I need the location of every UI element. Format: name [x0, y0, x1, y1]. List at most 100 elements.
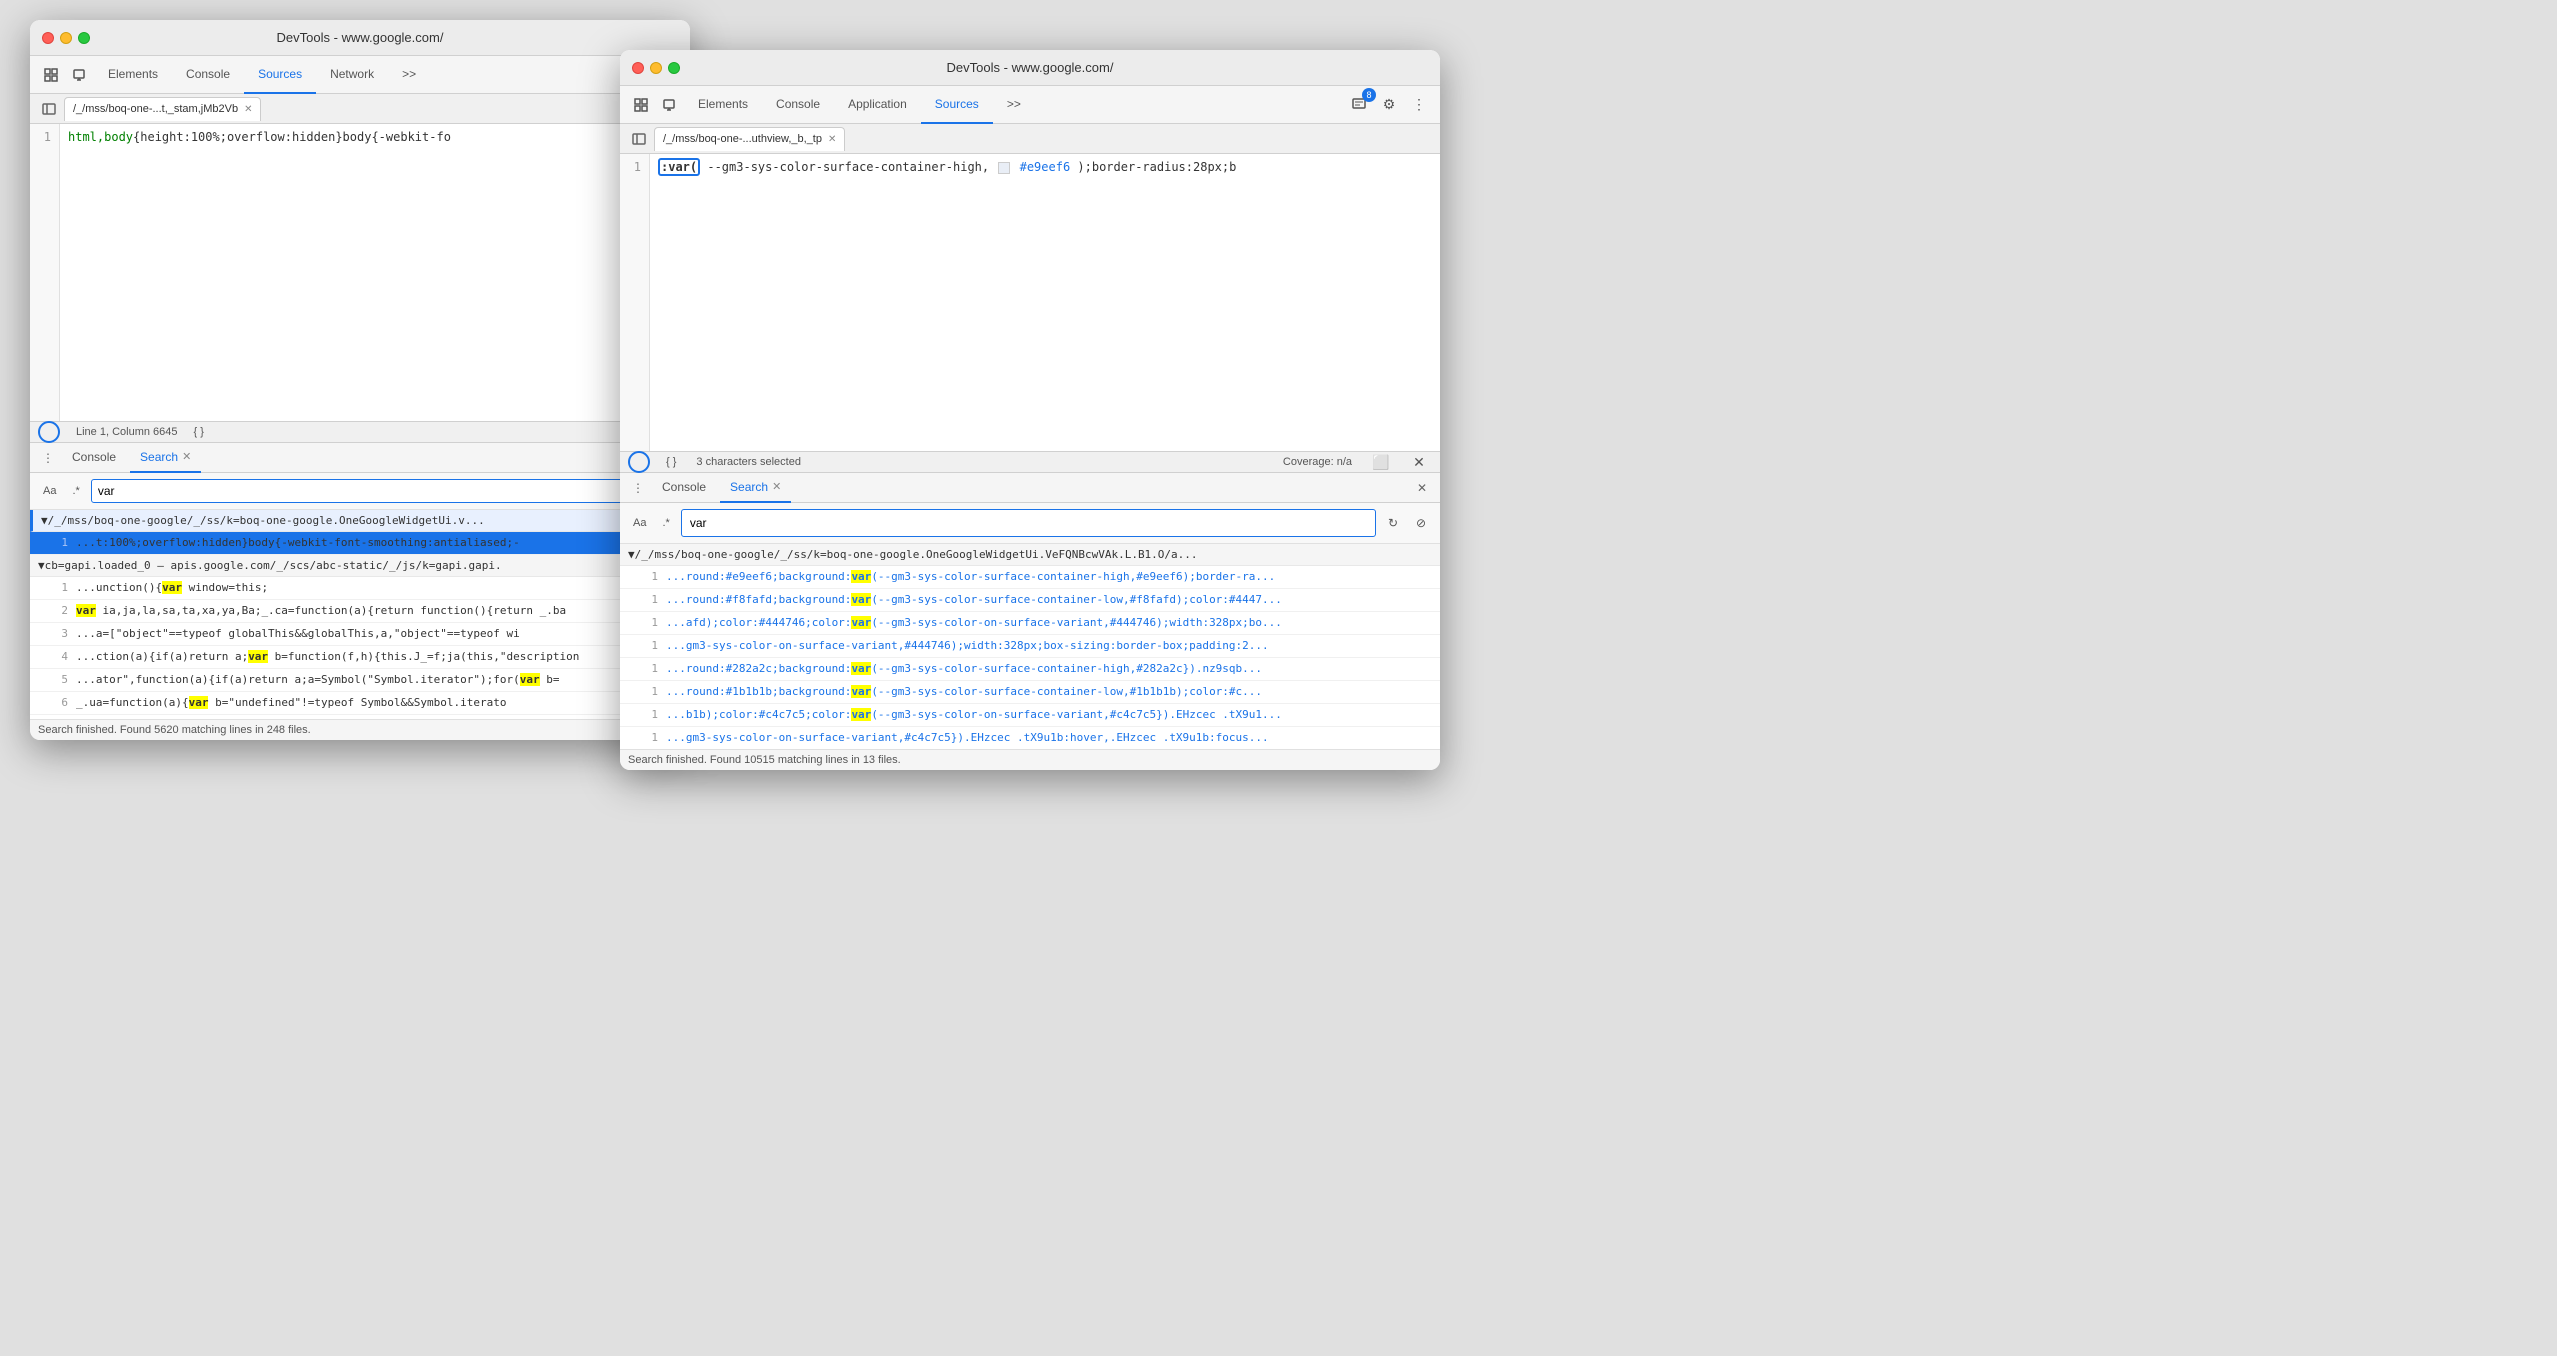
left-result-2-1[interactable]: 1 ...unction(){var window=this;: [30, 577, 690, 600]
tab-more-right[interactable]: >>: [993, 86, 1035, 124]
left-result-2-6[interactable]: 6 _.ua=function(a){var b="undefined"!=ty…: [30, 692, 690, 715]
right-search-aa-toggle[interactable]: Aa: [628, 514, 651, 532]
right-r3-text: ...afd);color:#444746;color:var(--gm3-sy…: [666, 615, 1282, 631]
left-result-2-4[interactable]: 4 ...ction(a){if(a)return a;var b=functi…: [30, 646, 690, 669]
left-result-2-2[interactable]: 2 var ia,ja,la,sa,ta,xa,ya,Ba;_.ca=funct…: [30, 600, 690, 623]
left-r2-2-line: 2: [54, 603, 68, 619]
right-search-results: ▼ /_/mss/boq-one-google/_/ss/k=boq-one-g…: [620, 544, 1440, 749]
left-search-input[interactable]: [91, 479, 626, 503]
right-panel-tab-bar: ⋮ Console Search ✕ ✕: [620, 473, 1440, 503]
left-r2-1-text: ...unction(){var window=this;: [76, 580, 268, 596]
inspect-icon[interactable]: [38, 62, 64, 88]
right-title-bar: DevTools - www.google.com/: [620, 50, 1440, 86]
tab-elements-left[interactable]: Elements: [94, 56, 172, 94]
right-file-tab-close[interactable]: ✕: [828, 134, 836, 145]
left-circle-annotation: [38, 421, 60, 443]
left-toolbar: Elements Console Sources Network >>: [30, 56, 690, 94]
minimize-button-right[interactable]: [650, 62, 662, 74]
close-button-right[interactable]: [632, 62, 644, 74]
tab-sources-left[interactable]: Sources: [244, 56, 316, 94]
right-result-group-1-header[interactable]: ▼ /_/mss/boq-one-google/_/ss/k=boq-one-g…: [620, 544, 1440, 566]
left-search-aa-toggle[interactable]: Aa: [38, 482, 61, 500]
search-tab-close-left[interactable]: ✕: [182, 450, 191, 463]
close-panel-btn[interactable]: ✕: [1412, 478, 1432, 498]
left-line-numbers: 1: [30, 124, 60, 421]
sidebar-toggle-left[interactable]: [38, 98, 60, 120]
device-icon-right[interactable]: [656, 92, 682, 118]
curly-braces-icon-left[interactable]: { }: [194, 426, 204, 438]
comment-icon-right[interactable]: 8: [1346, 92, 1372, 118]
left-code-line-1: html,body{height:100%;overflow:hidden}bo…: [68, 128, 682, 146]
right-file-tab[interactable]: /_/mss/boq-one-...uthview,_b,_tp ✕: [654, 127, 845, 151]
tab-sources-right[interactable]: Sources: [921, 86, 993, 124]
left-search-footer: Search finished. Found 5620 matching lin…: [30, 719, 690, 740]
left-search-footer-text: Search finished. Found 5620 matching lin…: [38, 724, 311, 736]
gear-icon-right[interactable]: ⚙: [1376, 92, 1402, 118]
right-result-8[interactable]: 1 ...gm3-sys-color-on-surface-variant,#c…: [620, 727, 1440, 749]
right-result-2[interactable]: 1 ...round:#f8fafd;background:var(--gm3-…: [620, 589, 1440, 612]
sidebar-toggle-right[interactable]: [628, 128, 650, 150]
left-result-group-2-header[interactable]: ▼ cb=gapi.loaded_0 — apis.google.com/_/s…: [30, 555, 690, 577]
device-icon[interactable]: [66, 62, 92, 88]
tab-console-right[interactable]: Console: [762, 86, 834, 124]
right-search-input[interactable]: [681, 509, 1376, 537]
right-r7-line: 1: [644, 707, 658, 723]
tab-elements-right[interactable]: Elements: [684, 86, 762, 124]
left-code-content[interactable]: html,body{height:100%;overflow:hidden}bo…: [60, 124, 690, 421]
search-tab-close-right[interactable]: ✕: [772, 480, 781, 493]
right-search-clear-btn[interactable]: ⊘: [1410, 512, 1432, 534]
left-result-2-3[interactable]: 3 ...a=["object"==typeof globalThis&&glo…: [30, 623, 690, 646]
right-result-1[interactable]: 1 ...round:#e9eef6;background:var(--gm3-…: [620, 566, 1440, 589]
right-r5-line: 1: [644, 661, 658, 677]
coverage-expand-icon[interactable]: ⬜: [1368, 449, 1394, 475]
traffic-lights-right: [632, 62, 680, 74]
maximize-button-right[interactable]: [668, 62, 680, 74]
right-panel-dots[interactable]: ⋮: [628, 478, 648, 498]
right-file-tab-bar: /_/mss/boq-one-...uthview,_b,_tp ✕: [620, 124, 1440, 154]
more-icon-right[interactable]: ⋮: [1406, 92, 1432, 118]
right-search-regex-toggle[interactable]: .*: [657, 514, 674, 532]
color-swatch: [998, 162, 1010, 174]
left-r2-3-text: ...a=["object"==typeof globalThis&&globa…: [76, 626, 520, 642]
left-r2-4-text: ...ction(a){if(a)return a;var b=function…: [76, 649, 579, 665]
left-devtools-window: DevTools - www.google.com/ Elements Cons…: [30, 20, 690, 740]
curly-braces-icon-right[interactable]: { }: [666, 456, 676, 468]
left-result-1-1[interactable]: 1 ...t:100%;overflow:hidden}body{-webkit…: [30, 532, 690, 555]
tab-console-left[interactable]: Console: [172, 56, 244, 94]
panel-close-icon[interactable]: ✕: [1406, 449, 1432, 475]
inspect-icon-right[interactable]: [628, 92, 654, 118]
tab-console-panel-right[interactable]: Console: [652, 473, 716, 503]
right-result-4[interactable]: 1 ...gm3-sys-color-on-surface-variant,#4…: [620, 635, 1440, 658]
left-result-2-5[interactable]: 5 ...ator",function(a){if(a)return a;a=S…: [30, 669, 690, 692]
left-search-bar: Aa .* ↻ ⊘: [30, 473, 690, 510]
tab-application-right[interactable]: Application: [834, 86, 921, 124]
right-r6-line: 1: [644, 684, 658, 700]
tab-network-left[interactable]: Network: [316, 56, 388, 94]
tab-console-panel-left[interactable]: Console: [62, 443, 126, 473]
left-search-regex-toggle[interactable]: .*: [67, 482, 84, 500]
left-result-group-1-header[interactable]: ▼ /_/mss/boq-one-google/_/ss/k=boq-one-g…: [30, 510, 690, 532]
tab-more-left[interactable]: >>: [388, 56, 430, 94]
right-search-refresh-btn[interactable]: ↻: [1382, 512, 1404, 534]
tab-search-panel-left[interactable]: Search ✕: [130, 443, 201, 473]
right-result-3[interactable]: 1 ...afd);color:#444746;color:var(--gm3-…: [620, 612, 1440, 635]
right-code-content[interactable]: :var( --gm3-sys-color-surface-container-…: [650, 154, 1440, 451]
left-file-tab-bar: /_/mss/boq-one-...t,_stam,jMb2Vb ✕: [30, 94, 690, 124]
right-r8-line: 1: [644, 730, 658, 746]
left-title-bar: DevTools - www.google.com/: [30, 20, 690, 56]
right-result-7[interactable]: 1 ...b1b);color:#c4c7c5;color:var(--gm3-…: [620, 704, 1440, 727]
close-button-left[interactable]: [42, 32, 54, 44]
left-panel-dots[interactable]: ⋮: [38, 448, 58, 468]
minimize-button-left[interactable]: [60, 32, 72, 44]
tab-search-panel-right[interactable]: Search ✕: [720, 473, 791, 503]
right-code-area: 1 :var( --gm3-sys-color-surface-containe…: [620, 154, 1440, 451]
maximize-button-left[interactable]: [78, 32, 90, 44]
right-search-panel: Aa .* ↻ ⊘ ▼ /_/mss/boq-one-google/_/ss/k…: [620, 503, 1440, 770]
left-file-tab[interactable]: /_/mss/boq-one-...t,_stam,jMb2Vb ✕: [64, 97, 261, 121]
left-file-tab-close[interactable]: ✕: [244, 104, 252, 115]
right-code-line-1: :var( --gm3-sys-color-surface-container-…: [658, 158, 1432, 176]
code-end: );border-radius:28px;b: [1077, 160, 1236, 174]
left-r2-1-line: 1: [54, 580, 68, 596]
right-result-5[interactable]: 1 ...round:#282a2c;background:var(--gm3-…: [620, 658, 1440, 681]
right-result-6[interactable]: 1 ...round:#1b1b1b;background:var(--gm3-…: [620, 681, 1440, 704]
